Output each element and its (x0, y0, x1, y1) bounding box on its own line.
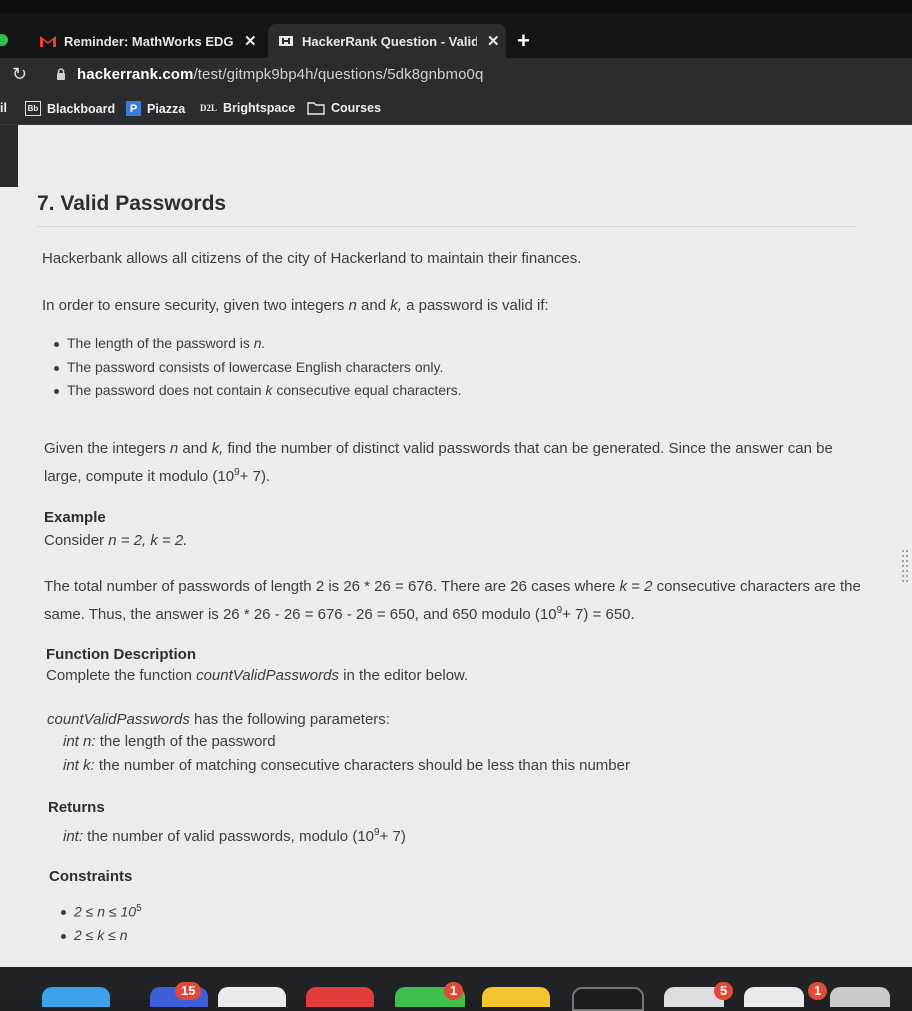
bookmark-label: Blackboard (47, 101, 116, 116)
bookmarks-bar: il Bb Blackboard P Piazza D2L Brightspac… (0, 94, 912, 125)
task-line-2: large, compute it modulo (109+ 7). (44, 467, 271, 485)
tab-strip: Reminder: MathWorks EDG Pr ✕ HackerRank … (0, 0, 912, 58)
notes-icon[interactable] (482, 987, 550, 1007)
tab-gmail[interactable]: Reminder: MathWorks EDG Pr ✕ (40, 24, 257, 58)
bookmark-blackboard[interactable]: Bb Blackboard (25, 101, 115, 116)
notification-badge: 1 (444, 982, 464, 1000)
piazza-icon: P (126, 101, 141, 116)
url-field[interactable]: hackerrank.com/test/gitmpk9bp4h/question… (77, 66, 483, 83)
returns-text: int: the number of valid passwords, modu… (63, 827, 406, 845)
close-tab-icon[interactable]: ✕ (244, 32, 257, 50)
d2l-icon: D2L (200, 103, 218, 113)
top-strip (0, 0, 912, 14)
bookmark-label: Courses (331, 101, 382, 115)
tab-label: Reminder: MathWorks EDG Pr (64, 33, 234, 49)
constraint-k: 2 ≤ k ≤ n (61, 927, 128, 943)
app-icon[interactable] (744, 987, 804, 1007)
parameter-k: int k: the number of matching consecutiv… (63, 757, 630, 774)
condition-lead: In order to ensure security, given two i… (42, 297, 549, 314)
notification-badge: 1 (808, 982, 828, 1000)
blackboard-icon: Bb (25, 101, 41, 116)
returns-heading: Returns (48, 799, 105, 816)
question-title: 7. Valid Passwords (37, 192, 227, 215)
bookmark-piazza[interactable]: P Piazza (126, 101, 185, 116)
terminal-icon[interactable] (572, 987, 644, 1011)
resize-handle[interactable] (901, 548, 909, 588)
tab-hackerrank[interactable]: HackerRank Question - Valid P ✕ (268, 24, 506, 58)
rule-consecutive: The password does not contain k consecut… (54, 382, 462, 398)
constraint-n: 2 ≤ n ≤ 105 (61, 903, 142, 920)
bookmark-label: Brightspace (223, 101, 296, 115)
intro-text: Hackerbank allows all citizens of the ci… (42, 250, 582, 267)
example-heading: Example (44, 509, 106, 526)
calendar-icon[interactable] (306, 987, 374, 1007)
title-divider (37, 226, 857, 227)
parameters-lead: countValidPasswords has the following pa… (47, 711, 390, 728)
bookmark-partial[interactable]: il (0, 101, 7, 115)
new-tab-button[interactable]: + (517, 28, 530, 54)
rule-lowercase: The password consists of lowercase Engli… (53, 359, 444, 375)
bookmark-label: Piazza (147, 101, 186, 116)
rule-length: The length of the password is n. (53, 335, 266, 351)
example-consider: Consider n = 2, k = 2. (44, 532, 188, 549)
left-panel-edge (0, 125, 18, 187)
tab-label: HackerRank Question - Valid P (302, 33, 477, 49)
address-bar: ↻ hackerrank.com/test/gitmpk9bp4h/questi… (0, 58, 912, 94)
folder-icon (307, 101, 325, 115)
window-zoom-button[interactable] (0, 34, 8, 46)
reload-icon[interactable]: ↻ (12, 64, 27, 85)
chrome-icon[interactable] (218, 987, 286, 1007)
url-host: hackerrank.com (77, 66, 194, 83)
constraints-heading: Constraints (49, 868, 133, 885)
bookmark-brightspace[interactable]: D2L Brightspace (200, 101, 295, 115)
lock-icon (57, 68, 65, 80)
parameter-n: int n: the length of the password (63, 733, 276, 750)
close-tab-icon[interactable]: ✕ (487, 32, 500, 50)
url-path: /test/gitmpk9bp4h/questions/5dk8gnbmo0q (193, 66, 484, 83)
notification-badge: 15 (175, 982, 202, 1000)
function-description-text: Complete the function countValidPassword… (46, 667, 469, 684)
example-explanation-2: same. Thus, the answer is 26 * 26 - 26 =… (44, 605, 635, 623)
bookmark-courses[interactable]: Courses (307, 101, 381, 115)
example-explanation-1: The total number of passwords of length … (44, 578, 861, 595)
gmail-icon (40, 34, 56, 48)
app-icon[interactable] (830, 987, 890, 1007)
task-line-1: Given the integers n and k, find the num… (44, 440, 833, 457)
finder-icon[interactable] (42, 987, 110, 1007)
hackerrank-icon (278, 34, 294, 48)
notification-badge: 5 (714, 982, 734, 1000)
